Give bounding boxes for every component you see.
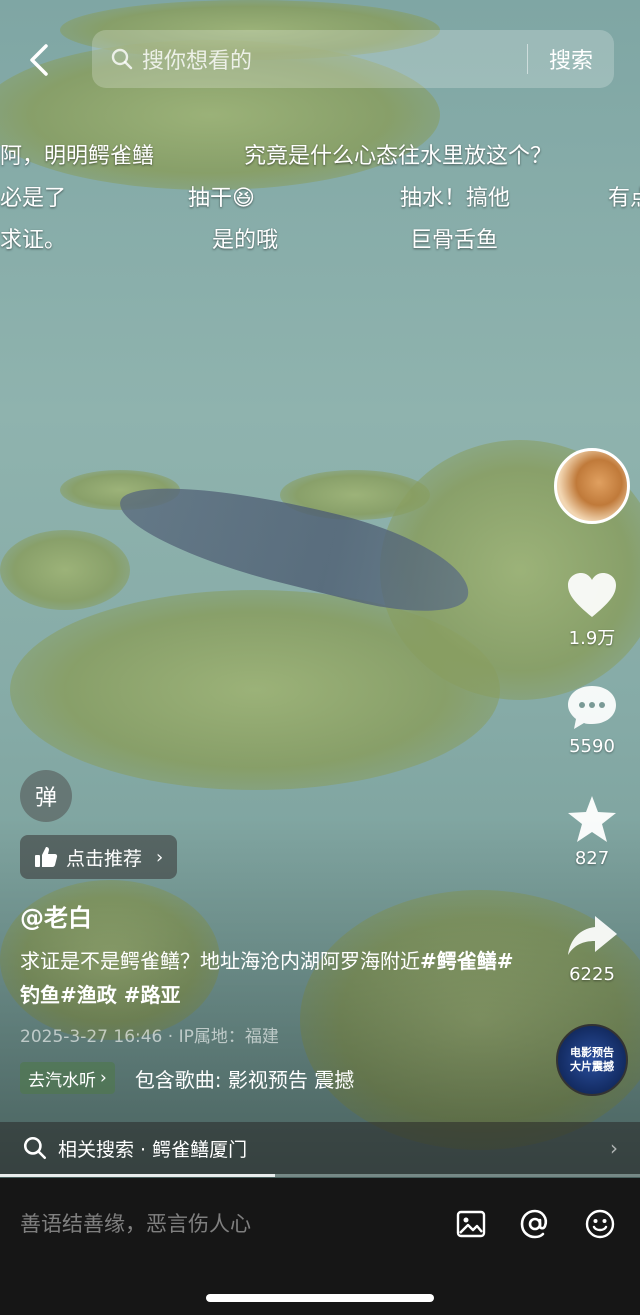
qishui-label: 去汽水听 xyxy=(28,1070,96,1091)
danmaku-comment: 抽水！搞他 xyxy=(400,186,511,211)
share-button[interactable]: 6225 xyxy=(552,910,632,985)
music-row: 去汽水听 › 包含歌曲: 影视预告 震撼 xyxy=(20,1062,385,1094)
recommend-label: 点击推荐 xyxy=(66,847,143,870)
danmaku-comment: 究竟是什么心态往水里放这个？ xyxy=(244,144,553,169)
search-input[interactable]: 搜你想看的 xyxy=(142,43,527,75)
search-button[interactable]: 搜索 xyxy=(528,43,614,75)
danmaku-comment: 有点 xyxy=(608,186,640,211)
emoji-icon[interactable] xyxy=(584,1208,616,1240)
duckweed-patch xyxy=(0,530,130,610)
related-search-bar[interactable]: 相关搜索 · 鳄雀鳝厦门 › xyxy=(0,1122,640,1174)
danmaku-toggle-label: 弹 xyxy=(34,786,57,811)
chevron-left-icon xyxy=(30,44,48,76)
favorite-button[interactable]: 827 xyxy=(552,794,632,869)
like-button[interactable]: 1.9万 xyxy=(552,570,632,650)
search-bar[interactable]: 搜你想看的 搜索 xyxy=(92,30,614,88)
comment-button[interactable]: 5590 xyxy=(552,682,632,757)
share-arrow-icon xyxy=(568,916,617,955)
comment-input[interactable]: 善语结善缘，恶言伤人心 xyxy=(20,1208,251,1238)
danmaku-comment: 抽干😆 xyxy=(188,186,255,211)
danmaku-comment: 巨骨舌鱼 xyxy=(410,228,499,253)
song-title[interactable]: 包含歌曲: 影视预告 震撼 xyxy=(135,1064,385,1093)
danmaku-toggle-button[interactable]: 弹 xyxy=(20,770,72,822)
favorite-count: 827 xyxy=(574,848,610,869)
back-button[interactable] xyxy=(22,42,58,78)
chevron-right-icon: › xyxy=(100,1068,107,1088)
author-name[interactable]: @老白 xyxy=(20,898,92,933)
post-meta: 2025-3-27 16:46 · IP属地：福建 xyxy=(20,1027,279,1047)
at-mention-icon[interactable] xyxy=(519,1208,551,1240)
comment-count: 5590 xyxy=(569,736,615,757)
danmaku-comment: 必是了 xyxy=(0,186,67,211)
danmaku-comment: 求证。 xyxy=(0,228,67,253)
heart-icon xyxy=(568,573,616,617)
music-disc[interactable]: 电影预告 大片震撼 xyxy=(556,1024,628,1096)
home-indicator xyxy=(206,1294,434,1302)
danmaku-comment: 阿，明明鳄雀鳝 xyxy=(0,144,155,169)
video-progress-bar[interactable] xyxy=(0,1174,640,1177)
star-icon xyxy=(568,796,616,842)
chevron-right-icon: › xyxy=(156,846,164,868)
author-avatar[interactable] xyxy=(554,448,630,524)
image-icon[interactable] xyxy=(455,1208,487,1240)
related-search-label: 相关搜索 · 鳄雀鳝厦门 xyxy=(58,1138,248,1161)
description-text: 求证是不是鳄雀鳝？地址海沧内湖阿罗海附近 xyxy=(20,949,420,973)
video-progress-fill xyxy=(0,1174,276,1177)
music-disc-line: 电影预告 xyxy=(570,1046,614,1059)
thumbs-up-icon xyxy=(35,847,58,867)
search-icon xyxy=(111,48,133,70)
recommend-button[interactable]: 点击推荐 › xyxy=(20,835,178,879)
chevron-right-icon: › xyxy=(610,1136,618,1160)
share-count: 6225 xyxy=(569,964,615,985)
music-disc-line: 大片震撼 xyxy=(570,1060,614,1073)
qishui-listen-button[interactable]: 去汽水听 › xyxy=(20,1062,115,1094)
search-icon xyxy=(23,1136,47,1160)
video-description: 求证是不是鳄雀鳝？地址海沧内湖阿罗海附近#鳄雀鳝#钓鱼#渔政 #路亚 xyxy=(20,944,520,1012)
danmaku-comment: 是的哦 xyxy=(212,228,279,253)
like-count: 1.9万 xyxy=(568,628,616,649)
comment-icon xyxy=(568,686,616,729)
